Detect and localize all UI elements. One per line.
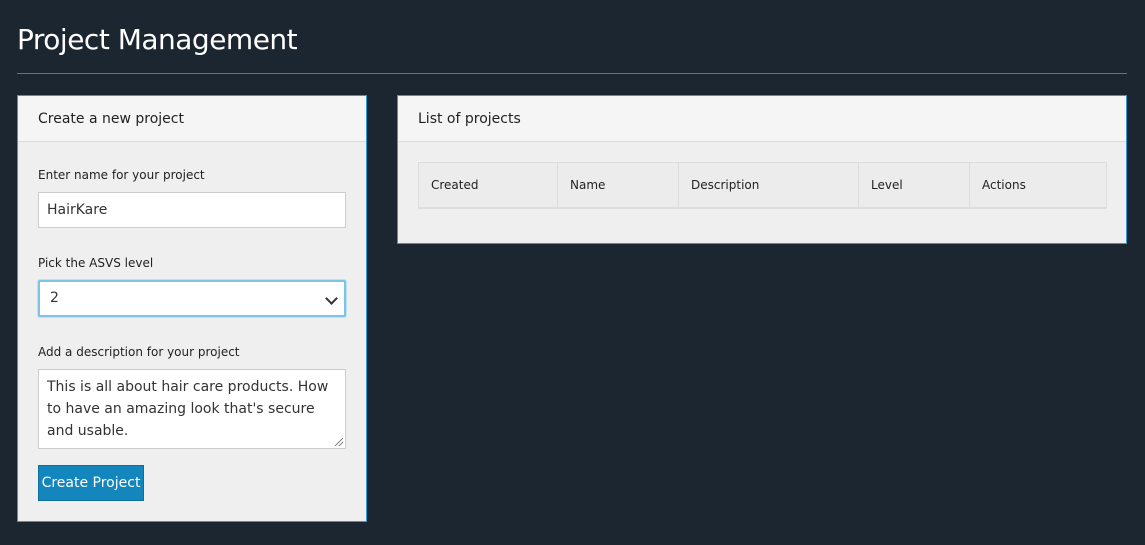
column-header-actions: Actions [969, 162, 1107, 209]
table-header-row: Created Name Description Level Actions [418, 162, 1107, 209]
asvs-level-label: Pick the ASVS level [38, 256, 154, 270]
create-project-panel: Create a new project Enter name for your… [17, 95, 367, 522]
project-list-panel: List of projects Created Name Descriptio… [397, 95, 1127, 244]
asvs-level-value: 2 [50, 290, 59, 306]
column-header-description[interactable]: Description [678, 162, 859, 209]
chevron-down-icon [325, 292, 338, 305]
column-header-created[interactable]: Created [418, 162, 558, 209]
title-divider [17, 73, 1127, 74]
description-label: Add a description for your project [38, 345, 240, 359]
description-textarea[interactable]: This is all about hair care products. Ho… [38, 369, 346, 449]
create-panel-header: Create a new project [18, 96, 366, 142]
asvs-level-select[interactable]: 2 [38, 280, 346, 317]
create-project-button[interactable]: Create Project [38, 465, 144, 501]
description-text: This is all about hair care products. Ho… [47, 379, 329, 439]
column-header-name[interactable]: Name [557, 162, 679, 209]
page-title: Project Management [17, 23, 298, 56]
list-panel-header: List of projects [398, 96, 1126, 142]
project-name-input[interactable] [38, 192, 346, 228]
project-name-label: Enter name for your project [38, 168, 205, 182]
projects-table: Created Name Description Level Actions [418, 162, 1107, 209]
resize-handle-icon[interactable] [335, 438, 343, 446]
column-header-level[interactable]: Level [858, 162, 970, 209]
